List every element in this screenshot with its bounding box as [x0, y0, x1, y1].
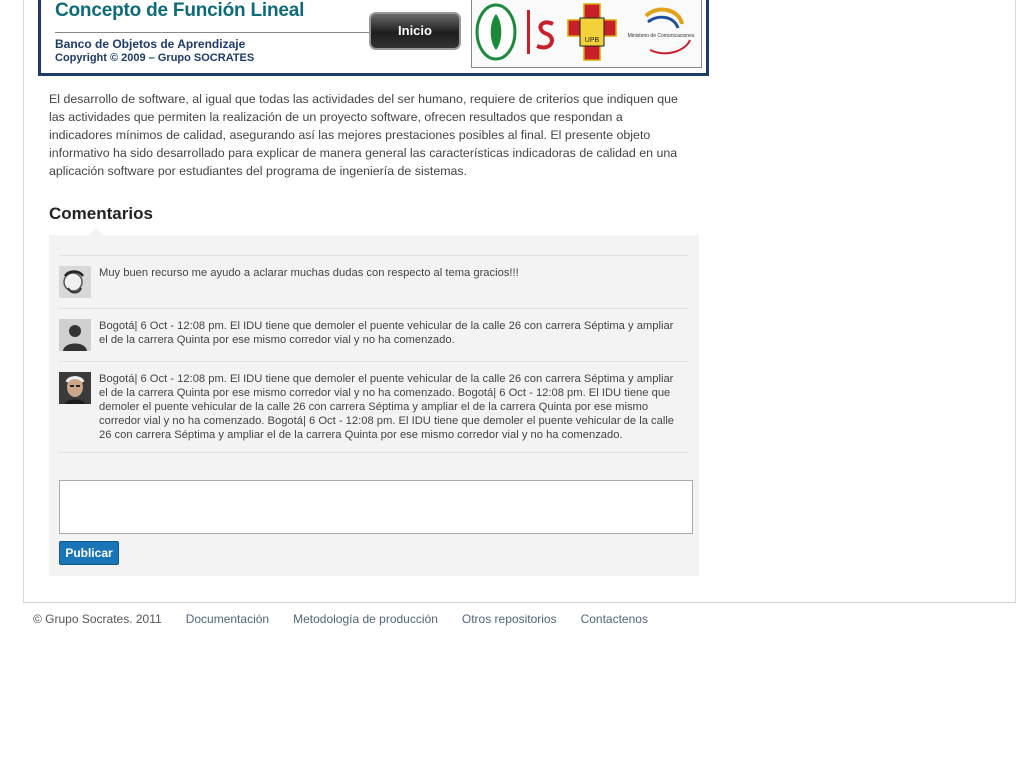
comment-item: Bogotá| 6 Oct - 12:08 pm. El IDU tiene q…: [59, 361, 688, 453]
upb-shield-logo: UPB: [566, 3, 617, 61]
banner-subtitle: Banco de Objetos de Aprendizaje: [55, 37, 246, 51]
banner-divider: [55, 32, 370, 33]
institution-logos: UPB Ministerio de Comunicaciones: [471, 0, 702, 68]
comment-text: Bogotá| 6 Oct - 12:08 pm. El IDU tiene q…: [99, 320, 674, 346]
footer-link-repositorios[interactable]: Otros repositorios: [462, 612, 557, 626]
banner-copyright: Copyright © 2009 – Grupo SOCRATES: [55, 52, 255, 64]
comment-textarea[interactable]: [59, 480, 693, 534]
comment-text: Muy buen recurso me ayudo a aclarar much…: [99, 267, 519, 279]
university-seal-logo: [475, 3, 517, 61]
comment-item: Bogotá| 6 Oct - 12:08 pm. El IDU tiene q…: [59, 308, 688, 361]
ministerio-logo-text: Ministerio de Comunicaciones: [628, 33, 695, 39]
user-avatar: [59, 372, 91, 404]
ministerio-logo: Ministerio de Comunicaciones: [628, 7, 695, 55]
footer: © Grupo Socrates. 2011 Documentación Met…: [33, 612, 648, 626]
home-button[interactable]: Inicio: [369, 12, 461, 50]
upb-logo-text: UPB: [584, 37, 599, 44]
comment-item: Muy buen recurso me ayudo a aclarar much…: [59, 255, 688, 308]
comments-heading: Comentarios: [49, 204, 153, 223]
footer-copyright: © Grupo Socrates. 2011: [33, 612, 162, 626]
description-text: El desarrollo de software, al igual que …: [49, 92, 678, 178]
footer-link-metodologia[interactable]: Metodología de producción: [293, 612, 438, 626]
comments-panel: Muy buen recurso me ayudo a aclarar much…: [49, 235, 699, 576]
page-container: Concepto de Función Lineal Banco de Obje…: [23, 0, 1016, 603]
user-avatar: [59, 266, 91, 298]
comment-list: Muy buen recurso me ayudo a aclarar much…: [59, 255, 688, 453]
publish-button[interactable]: Publicar: [59, 541, 119, 565]
footer-link-contactenos[interactable]: Contactenos: [581, 612, 648, 626]
banner-title: Concepto de Función Lineal: [55, 0, 305, 21]
red-emblem-logo: [527, 10, 555, 54]
default-user-icon: [59, 319, 91, 351]
header-banner: Concepto de Función Lineal Banco de Obje…: [38, 0, 709, 76]
footer-link-documentacion[interactable]: Documentación: [186, 612, 269, 626]
comment-text: Bogotá| 6 Oct - 12:08 pm. El IDU tiene q…: [99, 373, 675, 441]
